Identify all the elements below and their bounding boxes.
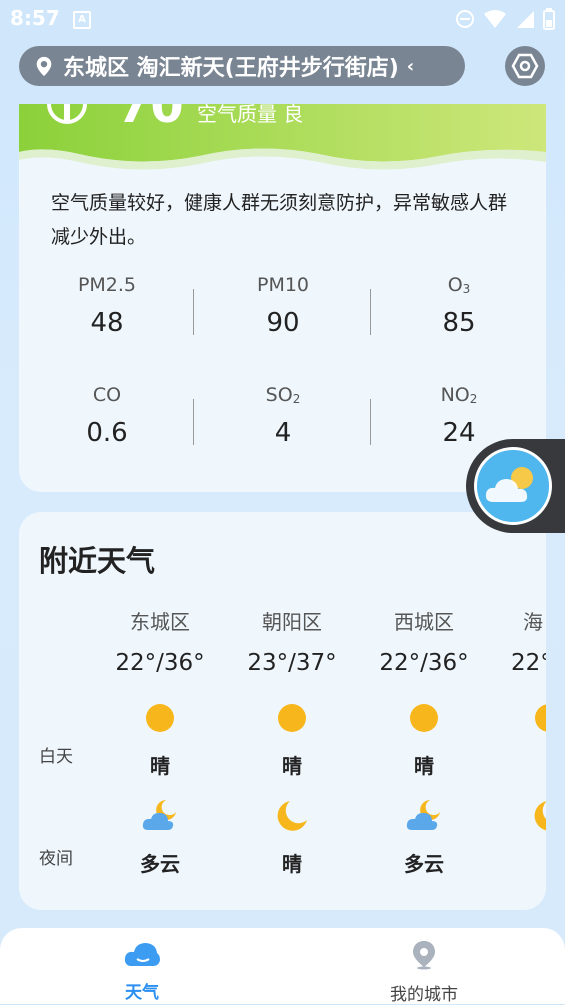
sun-icon: [278, 704, 306, 732]
location-selector[interactable]: 东城区 淘汇新天(王府井步行街店) ‹: [19, 46, 465, 86]
location-arrow-icon: ‹: [406, 55, 415, 77]
day-condition: 晴: [414, 754, 434, 778]
pollutant-value: 85: [442, 308, 476, 338]
city-column-chaoyang[interactable]: 朝阳区 23°/37° 晴 晴: [227, 606, 357, 877]
cloud-icon: [124, 943, 160, 966]
sun-icon: [410, 704, 438, 732]
pollutant-value: 90: [266, 308, 300, 338]
status-bar: 8:57 A: [0, 0, 565, 38]
pollutant-name: CO: [92, 384, 122, 406]
nav-label: 我的城市: [390, 985, 458, 1005]
pollutant-name: NO2: [440, 384, 478, 406]
moon-icon: [534, 801, 546, 831]
pollutant-name: O3: [447, 274, 471, 296]
city-column-xicheng[interactable]: 西城区 22°/36° 晴 多云: [359, 606, 489, 877]
city-temperature: 22°/36°: [379, 650, 469, 676]
cloud-sun-icon: [485, 467, 533, 502]
signal-icon: [517, 11, 534, 28]
city-temperature: 23°/37°: [247, 650, 337, 676]
aqi-value: 70: [117, 104, 184, 134]
moon-icon: [277, 801, 307, 831]
dnd-icon: [456, 10, 474, 28]
air-quality-card[interactable]: 70 空气质量 良 空气质量较好，健康人群无须刻意防护，异常敏感人群减少外出。 …: [19, 104, 546, 492]
day-row-label: 白天: [39, 747, 73, 767]
pollutant-value: 0.6: [86, 418, 128, 448]
nav-label: 天气: [125, 983, 159, 1003]
pollutant-so2: SO2 4: [195, 384, 371, 448]
city-name: 朝阳区: [262, 610, 322, 634]
nav-tab-my-cities[interactable]: 我的城市: [344, 940, 504, 1005]
pollutant-name: SO2: [265, 384, 301, 406]
night-row-label: 夜间: [39, 849, 73, 869]
location-text: 东城区 淘汇新天(王府井步行街店): [63, 56, 399, 81]
nav-tab-weather[interactable]: 天气: [62, 940, 222, 1003]
floating-weather-button[interactable]: [466, 439, 565, 533]
city-column-dongcheng[interactable]: 东城区 22°/36° 晴 多云: [95, 606, 225, 877]
divider: [193, 399, 194, 445]
air-quality-description: 空气质量较好，健康人群无须刻意防护，异常敏感人群减少外出。: [51, 192, 508, 248]
bottom-navigation: 天气 我的城市: [0, 928, 565, 1005]
pollutant-name: PM10: [256, 274, 310, 296]
divider: [193, 289, 194, 335]
city-temperature: 22°: [511, 650, 546, 676]
location-pin-icon: [413, 941, 435, 970]
night-condition: 多云: [140, 852, 180, 876]
city-name: 东城区: [130, 610, 190, 634]
city-name: 西城区: [394, 610, 454, 634]
wifi-icon: [484, 10, 506, 28]
city-column-partial[interactable]: 海 22°: [491, 606, 546, 840]
pollutant-co: CO 0.6: [19, 384, 195, 448]
pollutant-pm10: PM10 90: [195, 274, 371, 338]
nearby-title: 附近天气: [39, 544, 156, 578]
pollutant-grid: PM2.5 48 PM10 90 O3 85 CO 0.6 SO2 4 NO2 …: [19, 274, 546, 492]
day-condition: [491, 750, 546, 778]
city-temperature: 22°/36°: [115, 650, 205, 676]
moon-cloud-icon: [142, 800, 176, 830]
pollutant-value: 48: [90, 308, 124, 338]
pollutant-o3: O3 85: [371, 274, 546, 338]
aqi-level: 空气质量 良: [197, 104, 304, 126]
floating-weather-icon: [474, 447, 552, 525]
sun-icon: [146, 704, 174, 732]
status-time: 8:57: [10, 6, 60, 30]
pollutant-name: PM2.5: [77, 274, 137, 296]
settings-button[interactable]: [505, 46, 545, 86]
night-condition: 多云: [404, 852, 444, 876]
day-condition: 晴: [282, 754, 302, 778]
day-condition: 晴: [150, 754, 170, 778]
nearby-weather-card: 附近天气 白天 夜间 东城区 22°/36° 晴 多云 朝阳区 23°/37° …: [19, 512, 546, 910]
moon-cloud-icon: [406, 800, 440, 830]
sun-icon: [535, 704, 546, 732]
location-pin-icon: [36, 56, 52, 77]
battery-icon: [543, 8, 555, 30]
system-icons: [455, 8, 555, 30]
settings-hex-icon: [511, 53, 539, 79]
city-name: 海: [523, 610, 543, 634]
night-condition: 晴: [282, 852, 302, 876]
pollutant-value: 4: [274, 418, 292, 448]
pollutant-pm25: PM2.5 48: [19, 274, 195, 338]
pollutant-row: PM2.5 48 PM10 90 O3 85: [19, 274, 546, 384]
notification-a-icon: A: [73, 11, 91, 29]
